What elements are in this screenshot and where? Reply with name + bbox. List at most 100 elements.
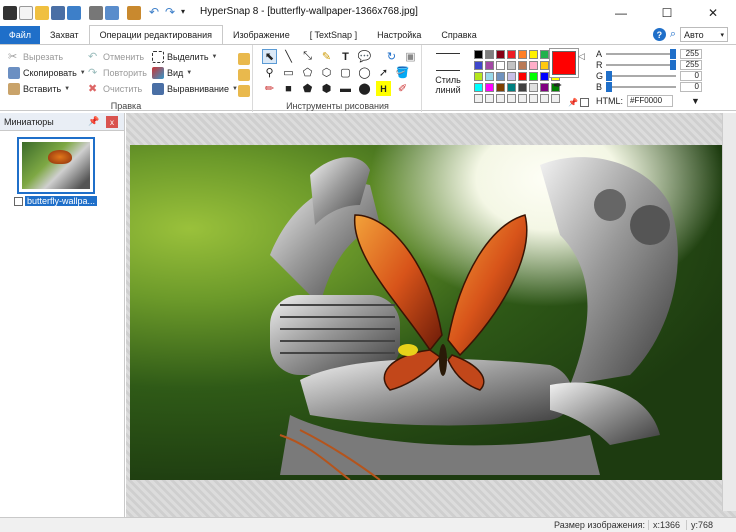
arrow-line-tool[interactable]: ⤡ [300, 49, 315, 64]
expand-down-icon[interactable]: ▼ [691, 96, 700, 106]
rounded-rect-tool[interactable]: ▢ [338, 65, 353, 80]
pointer-tool[interactable]: ⬉ [262, 49, 277, 64]
tab-capture[interactable]: Захват [40, 26, 89, 44]
new-file-icon[interactable] [19, 5, 33, 20]
color-swatch[interactable] [540, 94, 549, 103]
paste-selection-icon[interactable] [238, 69, 250, 81]
help-icon[interactable]: ? [652, 28, 666, 41]
color-swatch[interactable] [529, 61, 538, 70]
line-tool[interactable]: ╲ [281, 49, 296, 64]
view-button[interactable]: Вид ▼ [152, 67, 192, 79]
align-button[interactable]: Выравнивание ▼ [152, 83, 238, 95]
highlight-tool[interactable]: H [376, 81, 391, 96]
color-picker-tool[interactable]: ✏ [262, 81, 277, 96]
color-swatch[interactable] [507, 50, 516, 59]
color-swatch[interactable] [540, 50, 549, 59]
tab-edit-operations[interactable]: Операции редактирования [88, 25, 223, 44]
color-swatch[interactable] [540, 61, 549, 70]
search-icon[interactable]: ⌕ [670, 28, 676, 41]
customize-qat-icon[interactable]: ▾ [181, 6, 195, 20]
copy-button[interactable]: Скопировать ▼ [8, 67, 86, 79]
filled-rounded-rect-tool[interactable]: ▬ [338, 81, 353, 96]
red-slider-thumb[interactable] [670, 59, 676, 70]
fill-tool[interactable]: 🪣 [395, 65, 410, 80]
filled-ellipse-tool[interactable]: ⬤ [357, 81, 372, 96]
pin-icon[interactable]: 📌 [88, 116, 99, 127]
maximize-button[interactable]: ☐ [644, 0, 690, 25]
green-value[interactable]: 0 [680, 70, 702, 81]
select-button[interactable]: Выделить ▼ [152, 51, 217, 63]
text-tool[interactable]: T [338, 49, 353, 64]
capture-icon[interactable] [127, 5, 141, 20]
color-swatch[interactable] [518, 72, 527, 81]
color-swatch[interactable] [518, 83, 527, 92]
color-swatch[interactable] [496, 83, 505, 92]
filled-polygon-tool[interactable]: ⬟ [300, 81, 315, 96]
arrow-tool[interactable]: ➚ [376, 65, 391, 80]
save-icon[interactable] [51, 5, 65, 20]
alpha-value[interactable]: 255 [680, 48, 702, 59]
html-color-field[interactable]: #FF0000 [627, 95, 673, 107]
stamp-tool[interactable]: ▣ [403, 49, 418, 64]
tab-image[interactable]: Изображение [223, 26, 300, 44]
callout-tool[interactable]: 💬 [357, 49, 372, 64]
thumbnail-name[interactable]: butterfly-wallpa... [25, 196, 98, 206]
current-color-swatch[interactable] [552, 51, 576, 75]
color-swatch[interactable] [529, 83, 538, 92]
color-swatch[interactable] [496, 50, 505, 59]
blue-slider[interactable] [606, 81, 676, 92]
cut-button[interactable]: ✂ Вырезать [8, 51, 63, 63]
vertical-scrollbar[interactable] [722, 113, 736, 511]
freeform-tool[interactable]: ⬡ [319, 65, 334, 80]
color-swatch[interactable] [507, 72, 516, 81]
thumbnail-checkbox[interactable] [14, 196, 23, 206]
tab-file[interactable]: Файл [0, 26, 40, 44]
print-icon[interactable] [89, 5, 103, 20]
close-button[interactable]: ✕ [690, 0, 736, 25]
minimize-button[interactable]: — [598, 0, 644, 25]
color-swatch[interactable] [496, 94, 505, 103]
color-swatch[interactable] [529, 72, 538, 81]
red-value[interactable]: 255 [680, 59, 702, 70]
eyedropper-icon[interactable]: ✒ [553, 79, 562, 92]
tab-help[interactable]: Справка [431, 26, 486, 44]
redo-icon[interactable]: ↷ [165, 6, 179, 20]
color-swatch[interactable] [474, 83, 483, 92]
color-swatch[interactable] [551, 94, 560, 103]
color-swatch[interactable] [518, 50, 527, 59]
alpha-slider-thumb[interactable] [670, 48, 676, 59]
green-slider-thumb[interactable] [606, 70, 612, 81]
red-slider[interactable] [606, 59, 676, 70]
rectangle-tool[interactable]: ▭ [281, 65, 296, 80]
color-swatch[interactable] [474, 50, 483, 59]
color-swatch[interactable] [507, 61, 516, 70]
upload-icon[interactable] [67, 5, 81, 20]
main-image[interactable] [130, 145, 726, 480]
color-swatch[interactable] [540, 72, 549, 81]
blue-value[interactable]: 0 [680, 81, 702, 92]
color-swatch[interactable] [496, 61, 505, 70]
pen-tool[interactable]: ✎ [319, 49, 334, 64]
clear-button[interactable]: ✖ Очистить [88, 83, 142, 95]
zoom-mode-select[interactable]: Авто ▾ [680, 27, 728, 42]
alpha-slider[interactable] [606, 48, 676, 59]
color-swatch[interactable] [474, 61, 483, 70]
polygon-tool[interactable]: ⬠ [300, 65, 315, 80]
tab-settings[interactable]: Настройка [367, 26, 431, 44]
color-swatch[interactable] [485, 83, 494, 92]
color-swatch[interactable] [474, 94, 483, 103]
color-swatch[interactable] [474, 72, 483, 81]
color-swatch[interactable] [485, 94, 494, 103]
color-swatch[interactable] [485, 50, 494, 59]
line-style-button[interactable]: Стиль линий [428, 49, 468, 99]
undo-icon[interactable]: ↶ [149, 6, 163, 20]
paste-new-icon[interactable] [238, 53, 250, 65]
color-swatch[interactable] [507, 83, 516, 92]
close-pane-button[interactable]: x [106, 116, 118, 128]
blue-slider-thumb[interactable] [606, 81, 612, 92]
color-swatch[interactable] [485, 72, 494, 81]
rotate-tool[interactable]: ↻ [384, 49, 399, 64]
reset-color-icon[interactable]: ◁ [578, 51, 585, 62]
paste-button[interactable]: Вставить ▼ [8, 83, 70, 95]
color-swatch[interactable] [485, 61, 494, 70]
